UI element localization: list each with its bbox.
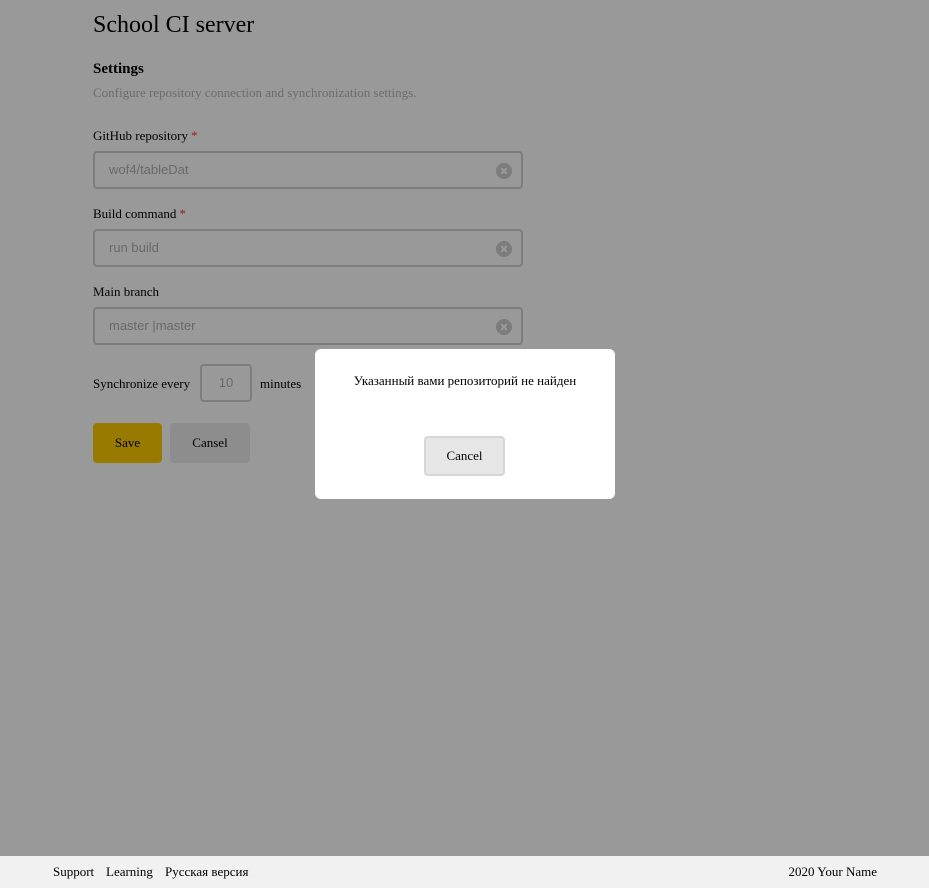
footer-link-support[interactable]: Support [53,863,94,881]
error-modal: Указанный вами репозиторий не найден Can… [315,349,615,499]
footer-link-learning[interactable]: Learning [106,863,153,881]
settings-page: School CI server Settings Configure repo… [0,0,929,888]
modal-cancel-button[interactable]: Cancel [424,436,505,476]
modal-message: Указанный вами репозиторий не найден [353,373,577,388]
footer-link-russian[interactable]: Русская версия [165,863,248,881]
footer: Support Learning Русская версия 2020 You… [0,856,929,888]
footer-copyright: 2020 Your Name [788,864,877,879]
